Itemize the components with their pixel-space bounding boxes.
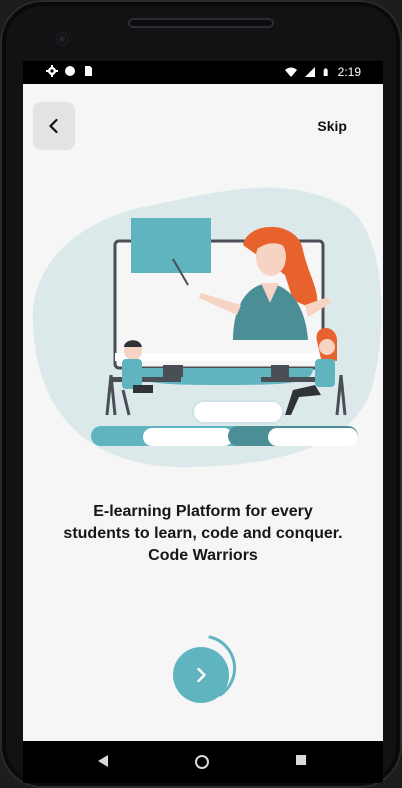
gear-icon [46,65,58,77]
recents-square-icon[interactable] [295,754,307,766]
onboarding-headline: E-learning Platform for every students t… [41,501,365,567]
circle-icon [65,66,75,76]
chevron-right-icon [197,667,206,683]
app-screen: 2:19 Skip E-learning Platform for every … [23,61,383,741]
back-triangle-icon[interactable] [96,754,110,768]
headline-line-3: Code Warriors [148,547,258,564]
wifi-icon [284,67,297,77]
sd-card-icon [85,66,92,76]
front-camera [57,34,67,44]
battery-icon [323,68,328,76]
headline-line-1: E-learning Platform for every [93,503,313,520]
status-time: 2:19 [337,65,361,79]
phone-frame: 2:19 Skip E-learning Platform for every … [0,0,402,788]
skip-button[interactable]: Skip [317,118,347,134]
earpiece-speaker [128,18,274,28]
navigation-bar [23,741,383,783]
e-learning-illustration [32,187,382,468]
home-circle-icon[interactable] [194,754,210,770]
chevron-left-icon [49,118,58,134]
headline-line-2: students to learn, code and conquer. [63,525,343,542]
next-button[interactable] [173,647,229,703]
signal-icon [304,67,315,77]
back-button[interactable] [33,102,75,150]
next-button-wrapper [168,631,244,707]
status-bar: 2:19 [23,61,383,84]
